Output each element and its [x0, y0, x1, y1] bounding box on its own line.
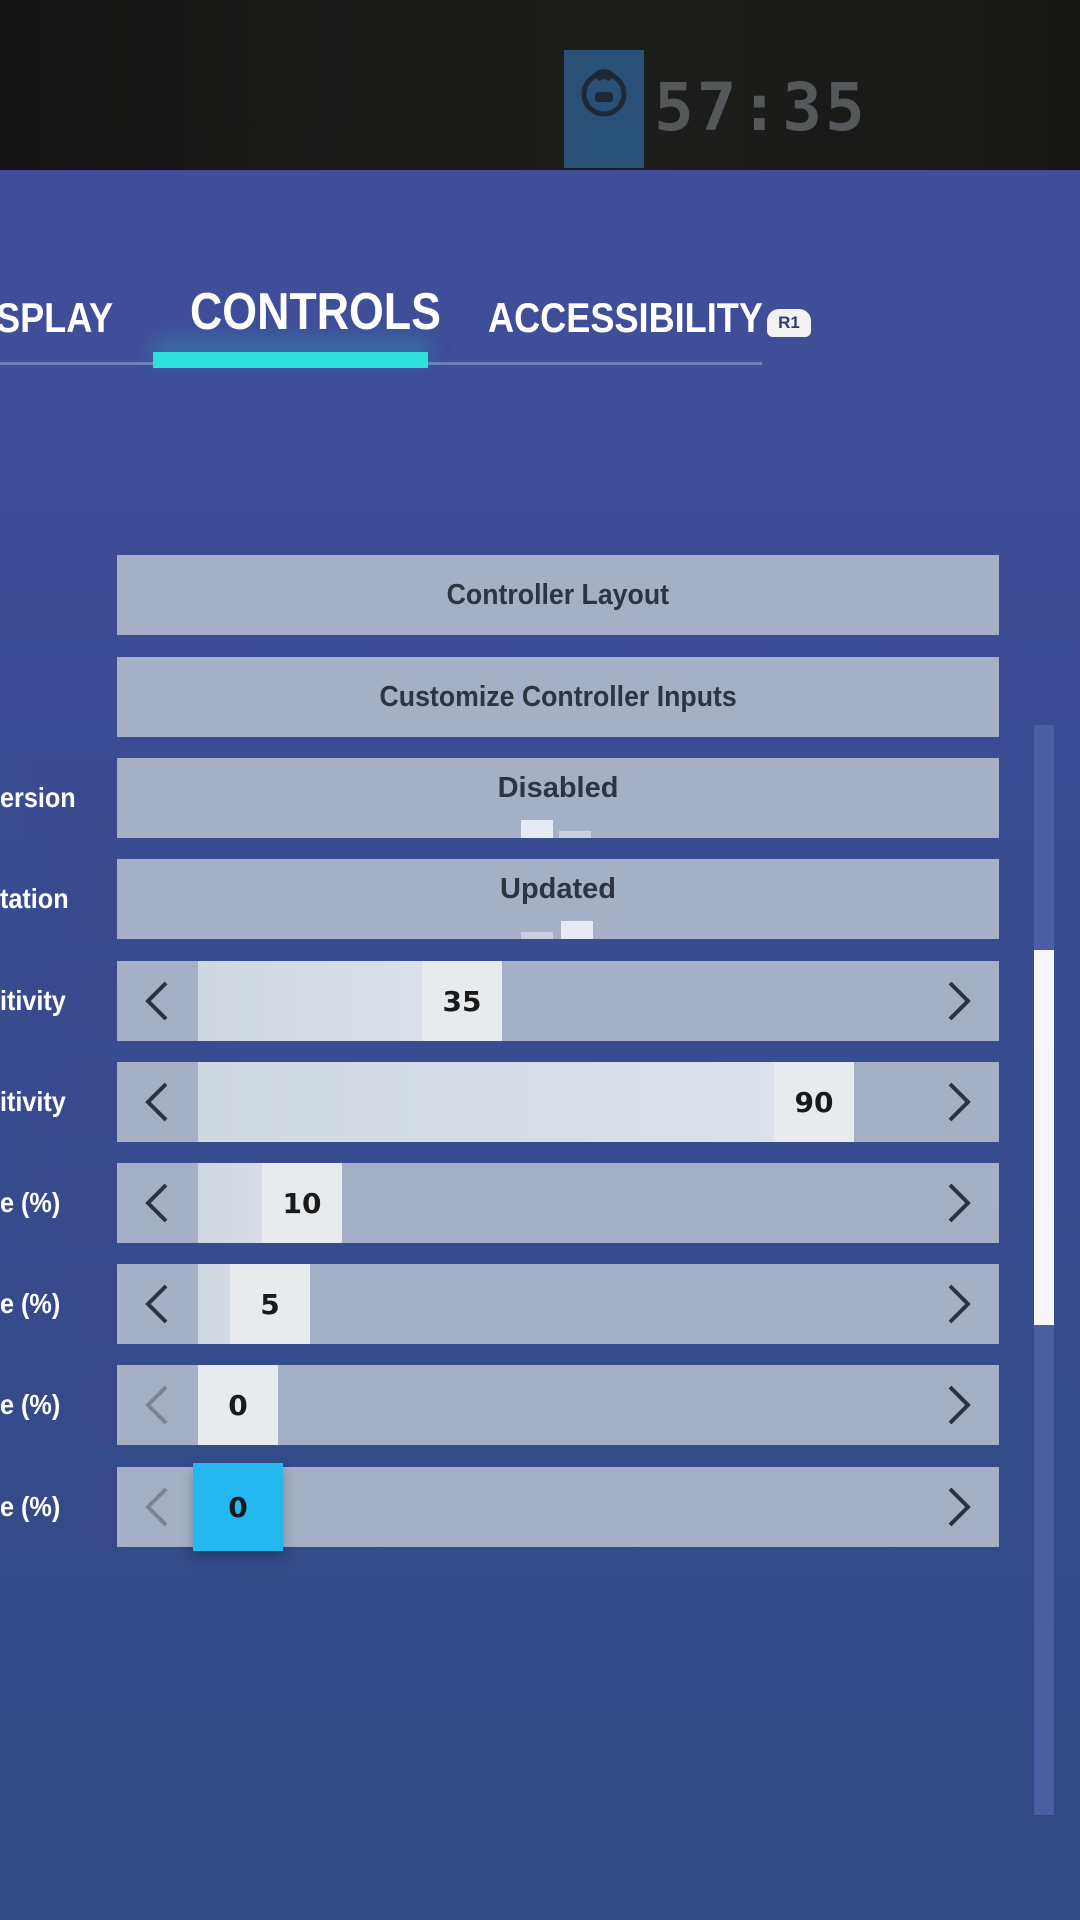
inversion-row: ersion Disabled — [0, 758, 1000, 838]
chevron-right-icon[interactable] — [919, 961, 999, 1041]
option-dot-selected — [521, 820, 553, 838]
deadzone-1-label: e (%) — [0, 1163, 117, 1243]
sensitivity-1-slider[interactable]: 35 — [117, 961, 999, 1041]
sensitivity-1-row: itivity 35 — [0, 961, 1000, 1041]
slider-track[interactable]: 0 — [193, 1463, 918, 1551]
slider-value-knob[interactable]: 35 — [422, 961, 502, 1041]
settings-tabs: SPLAY CONTROLS ACCESSIBILITY R1 — [0, 170, 1080, 390]
chevron-left-icon[interactable] — [117, 961, 197, 1041]
chevron-right-icon[interactable] — [919, 1062, 999, 1142]
chevron-right-icon[interactable] — [919, 1365, 999, 1445]
chevron-right-icon[interactable] — [919, 1264, 999, 1344]
sensitivity-2-label: itivity — [0, 1062, 117, 1142]
inversion-setting-label: ersion — [0, 758, 117, 838]
r1-button-hint[interactable]: R1 — [767, 309, 811, 337]
slider-track[interactable]: 10 — [198, 1163, 918, 1243]
sensitivity-2-slider[interactable]: 90 — [117, 1062, 999, 1142]
deadzone-1-slider[interactable]: 10 — [117, 1163, 999, 1243]
chevron-left-icon[interactable] — [117, 1264, 197, 1344]
controller-layout-label: Controller Layout — [446, 578, 670, 611]
hud-top-bar: 57:35 — [0, 0, 1080, 170]
inversion-value: Disabled — [497, 772, 619, 804]
sensitivity-1-label: itivity — [0, 961, 117, 1041]
rotation-toggle[interactable]: Updated — [117, 859, 999, 939]
deadzone-2-slider[interactable]: 5 — [117, 1264, 999, 1344]
rotation-value: Updated — [500, 873, 616, 905]
deadzone-2-label: e (%) — [0, 1264, 117, 1344]
chevron-right-icon[interactable] — [919, 1163, 999, 1243]
vehicle-timer-icon — [564, 50, 644, 168]
option-dot — [559, 831, 591, 838]
controller-layout-button[interactable]: Controller Layout — [117, 555, 999, 635]
customize-controller-inputs-button[interactable]: Customize Controller Inputs — [117, 657, 999, 737]
active-tab-indicator — [153, 352, 428, 368]
slider-value-knob[interactable]: 90 — [774, 1062, 854, 1142]
deadzone-4-slider[interactable]: 0 — [117, 1463, 999, 1551]
deadzone-3-label: e (%) — [0, 1365, 117, 1445]
scrollbar-thumb[interactable] — [1034, 950, 1054, 1325]
slider-value-knob[interactable]: 5 — [230, 1264, 310, 1344]
slider-value-knob[interactable]: 0 — [198, 1365, 278, 1445]
tab-controls[interactable]: CONTROLS — [190, 282, 441, 342]
rotation-setting-label: tation — [0, 859, 117, 939]
inversion-toggle[interactable]: Disabled — [117, 758, 999, 838]
customize-controller-inputs-label: Customize Controller Inputs — [379, 680, 737, 713]
slider-track[interactable]: 35 — [198, 961, 918, 1041]
deadzone-1-row: e (%) 10 — [0, 1163, 1000, 1243]
option-dot — [521, 932, 553, 939]
deadzone-4-row: e (%) 0 — [0, 1463, 1000, 1551]
deadzone-2-row: e (%) 5 — [0, 1264, 1000, 1344]
slider-track[interactable]: 90 — [198, 1062, 918, 1142]
match-timer: 57:35 — [654, 69, 868, 146]
customize-inputs-row: Customize Controller Inputs — [0, 657, 1000, 737]
slider-track[interactable]: 0 — [198, 1365, 918, 1445]
rotation-option-dots — [521, 921, 601, 939]
deadzone-3-slider[interactable]: 0 — [117, 1365, 999, 1445]
settings-panel: SPLAY CONTROLS ACCESSIBILITY R1 Controll… — [0, 170, 1080, 1920]
chevron-right-icon[interactable] — [919, 1467, 999, 1547]
chevron-left-icon[interactable] — [117, 1467, 197, 1547]
chevron-left-icon[interactable] — [117, 1163, 197, 1243]
slider-fill — [198, 1062, 854, 1142]
slider-track[interactable]: 5 — [198, 1264, 918, 1344]
tab-display[interactable]: SPLAY — [0, 294, 113, 342]
chevron-left-icon[interactable] — [117, 1062, 197, 1142]
sensitivity-2-row: itivity 90 — [0, 1062, 1000, 1142]
option-dot-selected — [561, 921, 593, 939]
deadzone-4-label: e (%) — [0, 1467, 117, 1547]
inversion-option-dots — [521, 820, 601, 838]
deadzone-3-row: e (%) 0 — [0, 1365, 1000, 1445]
rotation-row: tation Updated — [0, 859, 1000, 939]
tab-accessibility[interactable]: ACCESSIBILITY — [488, 294, 763, 342]
chevron-left-icon[interactable] — [117, 1365, 197, 1445]
controller-layout-row: Controller Layout — [0, 555, 1000, 635]
slider-value-knob[interactable]: 10 — [262, 1163, 342, 1243]
slider-value-knob-focused[interactable]: 0 — [193, 1463, 283, 1551]
